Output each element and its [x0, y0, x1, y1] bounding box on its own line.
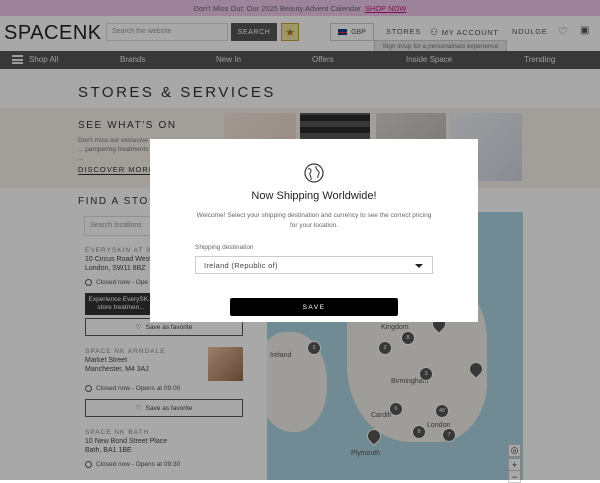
save-button[interactable]: SAVE — [230, 298, 398, 316]
shipping-destination-select[interactable]: Ireland (Republic of) — [195, 256, 433, 274]
modal-description: Welcome! Select your shipping destinatio… — [196, 212, 432, 229]
selected-destination: Ireland (Republic of) — [204, 261, 278, 270]
chevron-down-icon — [415, 264, 423, 268]
shipping-destination-label: Shipping destination — [195, 244, 254, 251]
globe-icon — [304, 163, 324, 183]
modal-title: Now Shipping Worldwide! — [251, 190, 377, 202]
